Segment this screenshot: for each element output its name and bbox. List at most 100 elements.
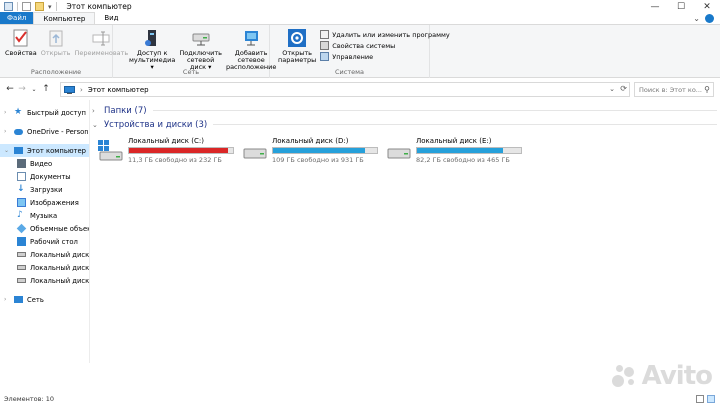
nav-3d-objects[interactable]: Объемные объекты	[0, 222, 89, 235]
open-button[interactable]: Открыть	[39, 28, 73, 57]
refresh-icon[interactable]: ⟳	[620, 84, 627, 93]
system-properties-icon	[320, 41, 330, 50]
drive-usage-bar	[128, 147, 234, 154]
drive-usage-bar	[416, 147, 522, 154]
nav-documents[interactable]: Документы	[0, 170, 89, 183]
computer-icon	[64, 85, 75, 94]
media-server-icon	[142, 28, 162, 48]
drive-name: Локальный диск (E:)	[416, 137, 492, 145]
tab-file[interactable]: Файл	[0, 12, 34, 24]
up-arrow-icon[interactable]: ↑	[40, 84, 52, 94]
drive-free-space: 109 ГБ свободно из 931 ГБ	[272, 156, 364, 164]
drive-free-space: 82,2 ГБ свободно из 465 ГБ	[416, 156, 510, 164]
minimize-button[interactable]: —	[642, 0, 668, 13]
window-icon	[4, 2, 13, 11]
download-arrow-icon: ↓	[17, 184, 25, 194]
maximize-button[interactable]: ☐	[668, 0, 694, 13]
properties-quick-icon[interactable]	[22, 2, 31, 11]
network-location-icon	[241, 28, 261, 48]
drive-icon	[243, 148, 267, 159]
uninstall-program-button[interactable]: Удалить или изменить программу	[320, 30, 450, 39]
expand-chevron-icon[interactable]: ›	[4, 296, 6, 303]
back-arrow-icon[interactable]: ←	[4, 84, 16, 94]
ribbon-group-network: Доступ к мультимедиа ▾ Подключить сетево…	[113, 25, 276, 78]
window-title: Этот компьютер	[66, 2, 132, 11]
computer-management-icon	[320, 52, 330, 61]
drive-item[interactable]: Локальный диск (C:) 11,3 ГБ свободно из …	[98, 137, 242, 164]
tab-computer[interactable]: Компьютер	[33, 12, 96, 24]
expand-chevron-icon[interactable]: ›	[4, 109, 6, 116]
address-history-dropdown-icon[interactable]: ⌄	[609, 85, 615, 93]
devices-section-header[interactable]: ⌄ Устройства и диски (3)	[92, 118, 717, 131]
nav-desktop[interactable]: Рабочий стол	[0, 235, 89, 248]
cloud-icon	[14, 128, 23, 135]
map-network-drive-button[interactable]: Подключить сетевой диск ▾	[177, 28, 224, 71]
status-bar: Элементов: 10	[0, 393, 720, 405]
navigation-pane: › ★ Быстрый доступ › OneDrive - Personal…	[0, 100, 89, 363]
cube-icon	[16, 223, 27, 234]
details-view-icon[interactable]	[696, 395, 704, 403]
network-icon	[14, 296, 23, 303]
ribbon-group-label: Система	[334, 68, 364, 76]
nav-onedrive[interactable]: › OneDrive - Personal	[0, 125, 89, 138]
nav-music[interactable]: ♪ Музыка	[0, 209, 89, 222]
avito-logo-icon	[611, 363, 638, 389]
pictures-icon	[17, 198, 26, 207]
search-icon[interactable]: ⚲	[704, 85, 710, 94]
help-icon[interactable]	[705, 13, 714, 23]
nav-drive-c[interactable]: Локальный диск (C:)	[0, 248, 89, 261]
drive-usage-fill	[129, 148, 228, 153]
tab-view[interactable]: Вид	[95, 12, 127, 24]
avito-watermark: Avito	[611, 361, 713, 391]
system-properties-button[interactable]: Свойства системы	[320, 41, 449, 50]
uninstall-icon	[320, 30, 330, 39]
ribbon-group-location: Свойства Открыть Переименовать Расположе…	[0, 25, 128, 78]
nav-drive-e[interactable]: Локальный диск (E:)	[0, 274, 89, 287]
breadcrumb-chevron-icon[interactable]: ›	[80, 86, 83, 94]
properties-button[interactable]: Свойства	[3, 28, 39, 57]
manage-button[interactable]: Управление	[320, 52, 449, 61]
open-settings-button[interactable]: Открыть параметры	[276, 28, 318, 64]
recent-locations-chevron-icon[interactable]: ⌄	[28, 86, 40, 93]
nav-pictures[interactable]: Изображения	[0, 196, 89, 209]
nav-downloads[interactable]: ↓ Загрузки	[0, 183, 89, 196]
ribbon-group-label: Расположение	[30, 68, 82, 76]
drive-free-space: 11,3 ГБ свободно из 232 ГБ	[128, 156, 222, 164]
collapse-chevron-icon[interactable]: ⌄	[4, 147, 9, 154]
search-input[interactable]: Поиск в: Этот ко... ⚲	[634, 82, 714, 97]
new-folder-quick-icon[interactable]	[35, 2, 44, 11]
nav-quick-access[interactable]: › ★ Быстрый доступ	[0, 106, 89, 119]
tiles-view-icon[interactable]	[707, 395, 715, 403]
desktop-icon	[17, 237, 26, 246]
open-icon	[46, 28, 66, 48]
ribbon: Свойства Открыть Переименовать Расположе…	[0, 25, 720, 78]
drive-usage-fill	[417, 148, 503, 153]
nav-drive-d[interactable]: Локальный диск (D:)	[0, 261, 89, 274]
drive-icon	[17, 265, 26, 270]
computer-icon	[14, 147, 23, 154]
drives-list: Локальный диск (C:) 11,3 ГБ свободно из …	[98, 137, 717, 164]
collapse-ribbon-icon[interactable]: ⌄	[693, 14, 700, 23]
nav-network[interactable]: › Сеть	[0, 293, 89, 306]
drive-usage-fill	[273, 148, 365, 153]
collapse-chevron-icon[interactable]: ⌄	[92, 121, 102, 129]
drive-icon	[17, 252, 26, 257]
nav-videos[interactable]: Видео	[0, 157, 89, 170]
media-access-button[interactable]: Доступ к мультимедиа ▾	[127, 28, 177, 71]
nav-this-pc[interactable]: ⌄ Этот компьютер	[0, 144, 89, 157]
watermark-text: Avito	[641, 361, 713, 391]
ribbon-tabs: Файл Компьютер Вид ⌄	[0, 12, 720, 25]
forward-arrow-icon[interactable]: →	[16, 84, 28, 94]
folders-section-header[interactable]: › Папки (7)	[92, 104, 717, 117]
address-bar[interactable]: › Этот компьютер ⌄ ⟳	[60, 82, 630, 97]
quick-access-dropdown-icon[interactable]: ▾	[48, 3, 52, 11]
content-pane: › Папки (7) ⌄ Устройства и диски (3) Лок…	[92, 104, 717, 362]
drive-item[interactable]: Локальный диск (D:) 109 ГБ свободно из 9…	[242, 137, 386, 164]
drive-name: Локальный диск (D:)	[272, 137, 349, 145]
music-note-icon: ♪	[17, 210, 23, 220]
drive-item[interactable]: Локальный диск (E:) 82,2 ГБ свободно из …	[386, 137, 530, 164]
expand-chevron-icon[interactable]: ›	[92, 107, 102, 115]
breadcrumb-this-pc[interactable]: Этот компьютер	[88, 86, 149, 94]
expand-chevron-icon[interactable]: ›	[4, 128, 6, 135]
documents-icon	[17, 172, 26, 181]
